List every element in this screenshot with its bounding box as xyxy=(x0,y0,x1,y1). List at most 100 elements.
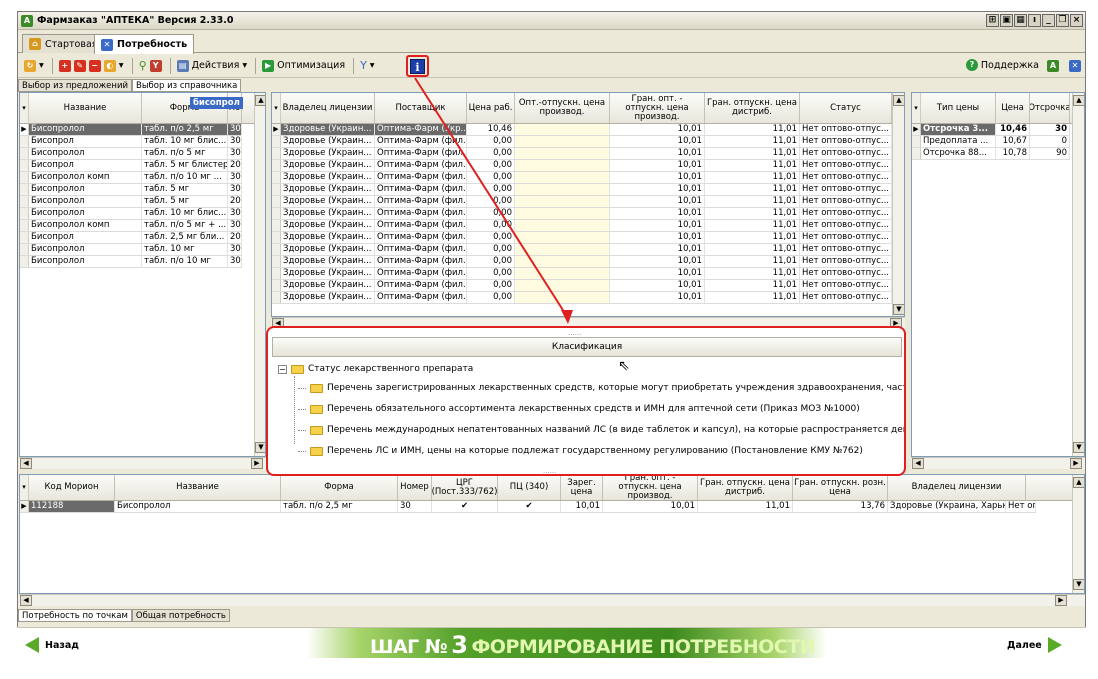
table-row[interactable]: Здоровье (Украин... Оптима-Фарм (фил... 0,… xyxy=(272,232,892,244)
table-row[interactable]: ▶ Здоровье (Украин... Оптима-Фарм (Укр... 1… xyxy=(272,124,892,136)
vertical-scrollbar[interactable]: ▲ ▼ xyxy=(1072,93,1084,456)
close-button[interactable]: × xyxy=(1070,14,1083,27)
table-row[interactable]: Здоровье (Украин... Оптима-Фарм (фил... 0,… xyxy=(272,220,892,232)
table-row[interactable]: Отсрочка 88... 10,78 90 xyxy=(912,148,1070,160)
col-name[interactable]: Название xyxy=(29,93,142,123)
table-row[interactable]: Здоровье (Украин... Оптима-Фарм (фил... 0,… xyxy=(272,256,892,268)
table-row[interactable]: Предоплата ... 10,67 0 xyxy=(912,136,1070,148)
tree-item[interactable]: Перечень международных непатентованных н… xyxy=(298,425,904,435)
col-work-price[interactable]: Цена раб. xyxy=(467,93,515,123)
col-name[interactable]: Название xyxy=(115,475,281,500)
scroll-left-icon[interactable]: ◀ xyxy=(20,595,32,606)
col-limit-retail[interactable]: Гран. отпускн. розн. цена xyxy=(793,475,888,500)
col-license-owner[interactable]: Владелец лицензии xyxy=(888,475,1026,500)
table-row[interactable]: Бисопролол табл. 10 мг 30 xyxy=(20,244,242,256)
table-row[interactable]: Бисопрол табл. 5 мг блистер 20 xyxy=(20,160,242,172)
table-row[interactable]: Здоровье (Украин... Оптима-Фарм (фил... 0,… xyxy=(272,148,892,160)
tab-directory[interactable]: Выбор из справочника xyxy=(132,79,242,92)
table-row[interactable]: Бисопролол табл. п/о 5 мг 30 xyxy=(20,148,242,160)
col-limit-distrib[interactable]: Гран. отпускн. цена дистриб. xyxy=(705,93,800,123)
scroll-right-icon[interactable]: ▶ xyxy=(1070,458,1082,469)
col-limit-wholesale[interactable]: Гран. опт. - отпускн. цена производ. xyxy=(610,93,705,123)
tab-need[interactable]: ✕ Потребность xyxy=(94,34,195,54)
col-pc[interactable]: ПЦ (340) xyxy=(498,475,561,500)
minimize-button[interactable]: _ xyxy=(1042,14,1055,27)
scroll-down-icon[interactable]: ▼ xyxy=(255,442,265,453)
col-status[interactable]: Статус xyxy=(800,93,892,123)
col-wholesale-price[interactable]: Опт.-отпускн. цена производ. xyxy=(515,93,610,123)
table-row[interactable]: Здоровье (Украин... Оптима-Фарм (фил... 0,… xyxy=(272,196,892,208)
table-row[interactable]: Здоровье (Украин... Оптима-Фарм (фил... 0,… xyxy=(272,184,892,196)
close-panel-icon[interactable]: ✕ xyxy=(1069,60,1081,72)
table-row[interactable]: Бисопролол комп табл. п/о 10 мг ... 30 xyxy=(20,172,242,184)
edit-button[interactable]: ✎ xyxy=(73,59,86,72)
table-row[interactable]: Здоровье (Украин... Оптима-Фарм (фил... 0,… xyxy=(272,280,892,292)
tab-start[interactable]: ⌂ Стартовая xyxy=(22,34,105,53)
table-row[interactable]: Бисопрол табл. 10 мг блис... 30 xyxy=(20,136,242,148)
col-price-type[interactable]: Тип цены xyxy=(921,93,996,123)
vertical-scrollbar[interactable]: ▲ ▼ xyxy=(1072,475,1084,593)
table-row[interactable]: Бисопрол табл. 2,5 мг бли... 20 xyxy=(20,232,242,244)
window-extra-icon-4[interactable]: ı xyxy=(1028,14,1041,27)
collapse-icon[interactable]: − xyxy=(278,364,287,374)
splitter-grip[interactable]: ...... xyxy=(543,467,556,474)
table-row[interactable]: Бисопролол табл. 5 мг 30 xyxy=(20,184,242,196)
column-menu-icon[interactable]: ▾ xyxy=(20,475,29,500)
col-deferral[interactable]: Отсрочка xyxy=(1030,93,1070,123)
next-button[interactable]: Далее xyxy=(1007,637,1062,653)
scroll-down-icon[interactable]: ▼ xyxy=(1073,442,1084,453)
col-morion-code[interactable]: Код Морион xyxy=(29,475,115,500)
table-row[interactable]: Бисопролол табл. п/о 10 мг 30 xyxy=(20,256,242,268)
filter-clear-button[interactable]: Y xyxy=(149,59,162,72)
column-menu-icon[interactable]: ▾ xyxy=(912,93,921,123)
col-form[interactable]: Форма xyxy=(281,475,398,500)
window-extra-icon-2[interactable]: ▣ xyxy=(1000,14,1013,27)
col-price[interactable]: Цена xyxy=(996,93,1030,123)
col-crg[interactable]: ЦРГ (Пост.333/762) xyxy=(432,475,498,500)
table-row[interactable]: Здоровье (Украин... Оптима-Фарм (фил... 0,… xyxy=(272,208,892,220)
checkbox-crg[interactable]: ✔ xyxy=(432,501,498,512)
filter-dropdown[interactable]: Y ▾ xyxy=(360,59,375,72)
table-row[interactable]: Бисопролол табл. 10 мг блис... 30 xyxy=(20,208,242,220)
table-row[interactable]: Здоровье (Украин... Оптима-Фарм (фил... 0,… xyxy=(272,136,892,148)
table-row[interactable]: Бисопролол комп табл. п/о 5 мг + ... 30 xyxy=(20,220,242,232)
table-row[interactable]: Здоровье (Украин... Оптима-Фарм (фил... 0,… xyxy=(272,160,892,172)
scroll-up-icon[interactable]: ▲ xyxy=(255,95,265,106)
horizontal-scrollbar[interactable]: ◀ ▶ xyxy=(19,457,266,469)
scroll-down-icon[interactable]: ▼ xyxy=(893,304,904,315)
info-button[interactable]: i xyxy=(406,55,429,77)
filter-button[interactable]: ⚲ xyxy=(139,59,147,72)
table-row[interactable]: Здоровье (Украин... Оптима-Фарм (фил... 0,… xyxy=(272,172,892,184)
tree-item[interactable]: Перечень обязательного ассортимента лека… xyxy=(298,404,860,414)
window-extra-icon-3[interactable]: ▦ xyxy=(1014,14,1027,27)
table-row[interactable]: ▶ 112188 Бисопролол табл. п/о 2,5 мг 30 … xyxy=(20,501,1036,513)
col-supplier[interactable]: Поставщик xyxy=(375,93,467,123)
column-menu-icon[interactable]: ▾ xyxy=(20,93,29,123)
scroll-up-icon[interactable]: ▲ xyxy=(1073,477,1084,488)
close-tab-icon[interactable]: ✕ xyxy=(101,38,113,51)
app-logo-icon[interactable]: A xyxy=(1047,60,1059,72)
splitter-grip[interactable]: ...... xyxy=(568,329,581,337)
table-row[interactable]: Здоровье (Украин... Оптима-Фарм (фил... 0,… xyxy=(272,244,892,256)
col-limit-distrib[interactable]: Гран. отпускн. цена дистриб. xyxy=(698,475,793,500)
scroll-right-icon[interactable]: ▶ xyxy=(251,458,263,469)
refresh-dropdown[interactable]: ↻ ▾ xyxy=(24,59,44,72)
vertical-scrollbar[interactable]: ▲ ▼ xyxy=(892,93,904,316)
horizontal-scrollbar[interactable]: ◀ ▶ xyxy=(911,457,1085,469)
table-row[interactable]: ▶ Бисопролол табл. п/о 2,5 мг 30 xyxy=(20,124,242,136)
scroll-left-icon[interactable]: ◀ xyxy=(20,458,32,469)
checkbox-pc[interactable]: ✔ xyxy=(498,501,561,512)
col-limit-wholesale[interactable]: Гран. опт. - отпускн. цена производ. xyxy=(603,475,698,500)
col-reg-price[interactable]: Зарег. цена xyxy=(561,475,603,500)
column-menu-icon[interactable]: ▾ xyxy=(272,93,281,123)
scroll-right-icon[interactable]: ▶ xyxy=(1055,595,1067,606)
scroll-up-icon[interactable]: ▲ xyxy=(893,95,904,106)
add-button[interactable]: + xyxy=(58,59,71,72)
scroll-up-icon[interactable]: ▲ xyxy=(1073,95,1084,106)
scroll-down-icon[interactable]: ▼ xyxy=(1073,579,1084,590)
tab-total-need[interactable]: Общая потребность xyxy=(131,609,230,622)
table-row[interactable]: Здоровье (Украин... Оптима-Фарм (фил... 0,… xyxy=(272,292,892,304)
horizontal-scrollbar[interactable]: ◀ ▶ xyxy=(19,594,1085,606)
table-row[interactable]: Бисопролол табл. 5 мг 20 xyxy=(20,196,242,208)
vertical-scrollbar[interactable]: ▲ ▼ xyxy=(254,93,265,456)
